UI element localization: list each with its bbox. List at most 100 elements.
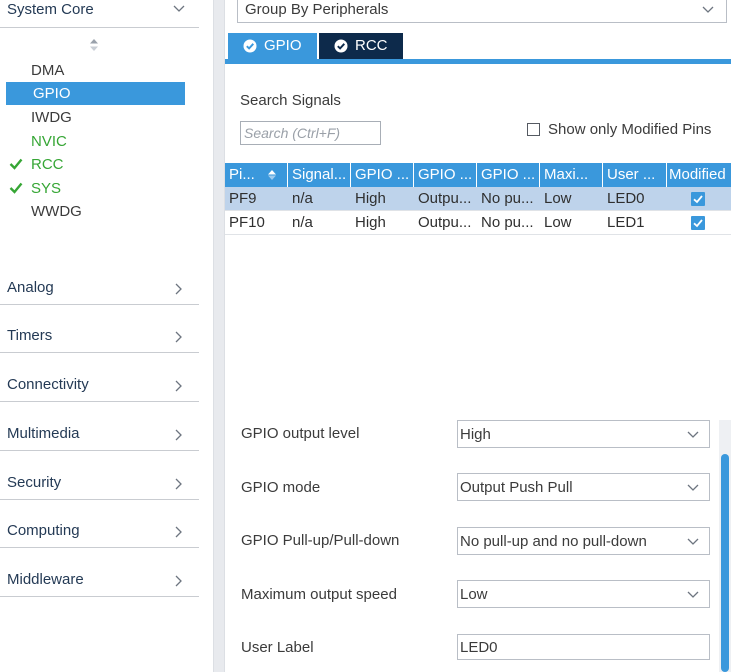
chevron-right-icon	[175, 331, 182, 343]
cell-mode: Outpu...	[418, 214, 472, 231]
speed-value: Low	[460, 586, 488, 603]
sort-icon[interactable]	[88, 38, 100, 52]
item-label: WWDG	[31, 203, 82, 220]
category-label: Multimedia	[7, 425, 80, 442]
modified-checkbox[interactable]	[691, 216, 705, 230]
modified-checkbox[interactable]	[691, 192, 705, 206]
column-header-signal[interactable]: Signal...	[288, 163, 351, 187]
cell-pull: No pu...	[481, 214, 534, 231]
check-circle-icon	[334, 39, 348, 53]
left-panel: System Core DMA GPIO IWDG NVIC RCC SYS W…	[0, 0, 213, 672]
category-label: Security	[7, 474, 62, 491]
vertical-scrollbar[interactable]	[719, 420, 731, 672]
tab-rcc[interactable]: RCC	[319, 33, 403, 59]
checkmark-icon	[9, 158, 23, 170]
cell-mode: Outpu...	[418, 190, 472, 207]
pull-value: No pull-up and no pull-down	[460, 533, 647, 550]
column-header-gpio-output-level[interactable]: GPIO ...	[351, 163, 414, 187]
cell-signal: n/a	[292, 214, 313, 231]
cell-modified	[667, 187, 731, 211]
column-header-gpio-mode[interactable]: GPIO ...	[414, 163, 477, 187]
pull-select[interactable]: No pull-up and no pull-down	[457, 527, 710, 555]
right-panel: Group By Peripherals GPIO RCC Search Sig…	[225, 0, 731, 672]
cell-pin: PF9	[229, 190, 257, 207]
chevron-right-icon	[175, 429, 182, 441]
search-input[interactable]	[240, 121, 381, 145]
item-label: DMA	[31, 62, 65, 79]
chevron-down-icon	[702, 6, 714, 13]
gpio-mode-value: Output Push Pull	[460, 479, 573, 496]
system-core-item-wwdg[interactable]: WWDG	[6, 200, 185, 223]
output-level-label: GPIO output level	[241, 425, 360, 442]
system-core-item-gpio[interactable]: GPIO	[6, 82, 185, 105]
category-system-core[interactable]: System Core	[0, 0, 199, 28]
category-label: Computing	[7, 522, 80, 539]
category-label: System Core	[7, 1, 94, 18]
column-header-pin[interactable]: Pi...	[225, 163, 288, 187]
chevron-right-icon	[175, 526, 182, 538]
cell-signal: n/a	[292, 190, 313, 207]
pull-label: GPIO Pull-up/Pull-down	[241, 532, 400, 549]
cell-user-label: LED0	[607, 190, 645, 207]
cell-output-level: High	[355, 214, 386, 231]
category-middleware[interactable]: Middleware	[0, 566, 199, 597]
group-by-value: Group By Peripherals	[245, 1, 389, 18]
system-core-item-iwdg[interactable]: IWDG	[6, 106, 185, 129]
user-label-input[interactable]	[457, 634, 710, 660]
category-multimedia[interactable]: Multimedia	[0, 420, 199, 451]
category-label: Analog	[7, 279, 54, 296]
column-header-gpio-pull[interactable]: GPIO ...	[477, 163, 540, 187]
chevron-right-icon	[175, 380, 182, 392]
chevron-down-icon	[173, 5, 185, 12]
chevron-down-icon	[687, 538, 699, 545]
cell-speed: Low	[544, 190, 572, 207]
chevron-down-icon	[687, 484, 699, 491]
category-connectivity[interactable]: Connectivity	[0, 371, 199, 402]
cell-pin: PF10	[229, 214, 265, 231]
tab-label: RCC	[355, 37, 388, 54]
system-core-item-dma[interactable]: DMA	[6, 59, 185, 82]
panel-splitter[interactable]	[213, 0, 225, 672]
sort-icon	[268, 170, 276, 180]
table-row[interactable]: PF9 n/a High Outpu... No pu... Low LED0	[225, 187, 731, 211]
category-timers[interactable]: Timers	[0, 322, 199, 353]
column-header-modified[interactable]: Modified	[667, 163, 731, 187]
chevron-right-icon	[175, 283, 182, 295]
group-by-select[interactable]: Group By Peripherals	[237, 0, 727, 23]
cell-modified	[667, 211, 731, 235]
system-core-item-rcc[interactable]: RCC	[6, 153, 185, 176]
category-label: Timers	[7, 327, 53, 344]
gpio-mode-select[interactable]: Output Push Pull	[457, 473, 710, 501]
chevron-down-icon	[687, 591, 699, 598]
column-header-max-speed[interactable]: Maxi...	[540, 163, 603, 187]
checkbox-box[interactable]	[527, 123, 540, 136]
search-signals-title: Search Signals	[240, 92, 341, 109]
column-header-user-label[interactable]: User ...	[603, 163, 667, 187]
category-label: Middleware	[7, 571, 84, 588]
cell-pull: No pu...	[481, 190, 534, 207]
scrollbar-thumb[interactable]	[721, 454, 729, 672]
tab-underline	[225, 59, 731, 64]
system-core-item-sys[interactable]: SYS	[6, 177, 185, 200]
category-security[interactable]: Security	[0, 469, 199, 500]
checkbox-label: Show only Modified Pins	[548, 121, 712, 138]
gpio-mode-label: GPIO mode	[241, 479, 321, 496]
checkmark-icon	[693, 195, 703, 204]
table-row[interactable]: PF10 n/a High Outpu... No pu... Low LED1	[225, 211, 731, 235]
tab-gpio[interactable]: GPIO	[228, 33, 317, 59]
chevron-right-icon	[175, 575, 182, 587]
category-label: Connectivity	[7, 376, 89, 393]
chevron-right-icon	[175, 478, 182, 490]
user-label-label: User Label	[241, 639, 314, 656]
category-analog[interactable]: Analog	[0, 274, 199, 305]
category-computing[interactable]: Computing	[0, 517, 199, 548]
checkmark-icon	[9, 182, 23, 194]
check-circle-icon	[243, 39, 257, 53]
output-level-select[interactable]: High	[457, 420, 710, 448]
cell-output-level: High	[355, 190, 386, 207]
table-header: Pi... Signal... GPIO ... GPIO ... GPIO .…	[225, 163, 731, 187]
tab-label: GPIO	[264, 37, 302, 54]
speed-select[interactable]: Low	[457, 580, 710, 608]
system-core-item-nvic[interactable]: NVIC	[6, 130, 185, 153]
item-label: GPIO	[33, 85, 71, 102]
